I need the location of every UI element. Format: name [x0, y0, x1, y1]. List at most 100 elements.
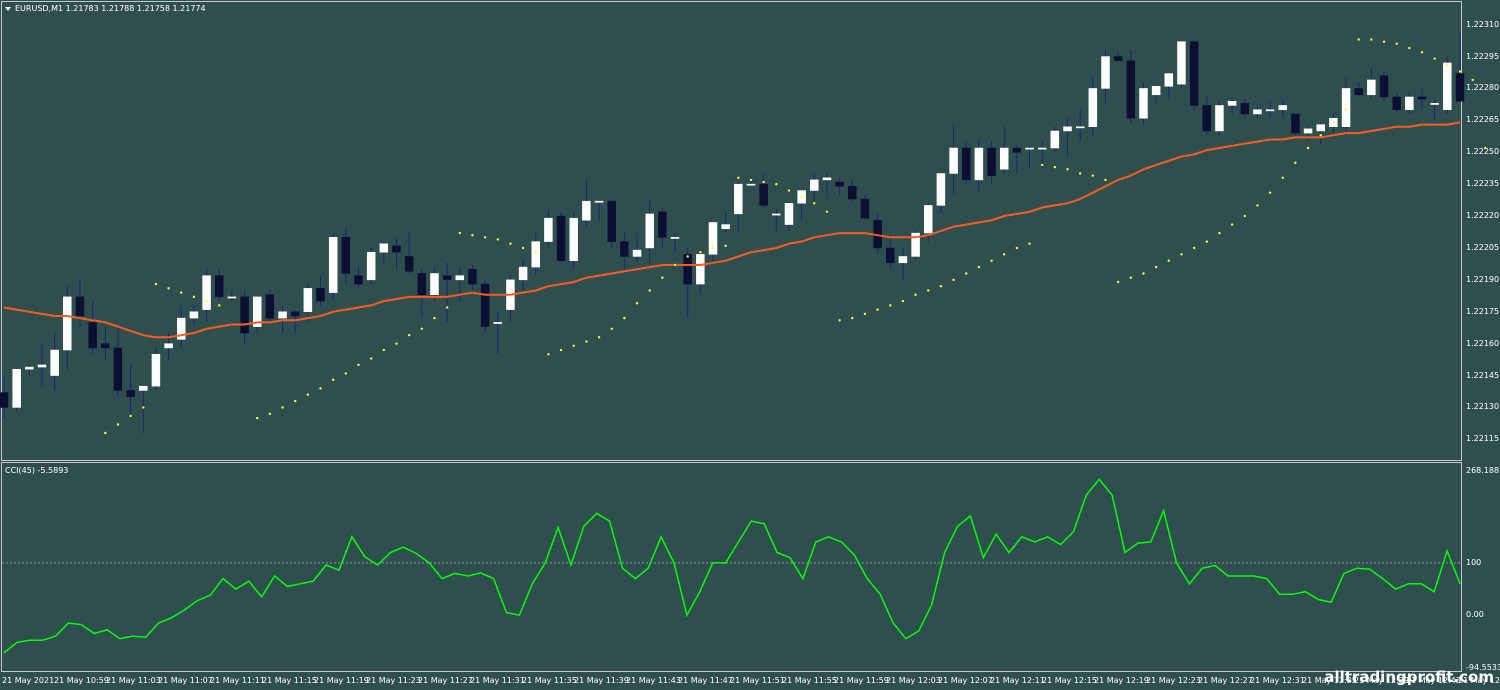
- sar-dot: [762, 180, 765, 184]
- indicator-header: CCI(45) -5.5893: [5, 466, 69, 475]
- sar-dot: [825, 210, 829, 213]
- candle-body: [1278, 105, 1287, 110]
- time-tick-label: 21 May 11:55: [782, 676, 837, 685]
- candle-body: [1151, 86, 1161, 96]
- candle-body: [961, 147, 971, 181]
- candle-body: [1455, 73, 1465, 102]
- sar-dot: [927, 289, 930, 292]
- sar-dot: [1471, 78, 1474, 82]
- sar-dot: [901, 299, 905, 303]
- chart-header: EURUSD,M1 1.21783 1.21788 1.21758 1.2177…: [5, 4, 206, 14]
- candle-body: [1367, 79, 1376, 96]
- time-tick-label: 21 May 12:27: [1198, 676, 1253, 685]
- price-tick-label: 1.22175: [1466, 306, 1500, 316]
- sar-dot: [787, 189, 791, 192]
- candle-body: [949, 147, 958, 174]
- time-tick-label: 21 May 12:15: [1042, 676, 1097, 685]
- candle-body: [25, 366, 34, 370]
- sar-dot: [281, 406, 284, 409]
- candle-body: [607, 200, 616, 242]
- price-tick-label: 1.22220: [1466, 211, 1500, 221]
- price-tick-label: 1.22205: [1466, 242, 1500, 252]
- sar-dot: [1382, 40, 1386, 43]
- candle-body: [670, 237, 680, 239]
- sar-dot: [1344, 108, 1348, 111]
- candle-body: [278, 311, 287, 319]
- sar-dot: [610, 327, 613, 330]
- sar-dot: [990, 259, 993, 262]
- sar-dot: [382, 348, 386, 352]
- time-tick-label: 21 May 11:11: [210, 676, 265, 685]
- candle-body: [1253, 109, 1262, 115]
- price-tick-label: 1.22295: [1466, 51, 1500, 61]
- candle-body: [518, 266, 528, 281]
- candle-body: [455, 275, 465, 281]
- sar-dot: [1408, 46, 1411, 50]
- sar-dot: [192, 295, 196, 299]
- candle-body: [1126, 60, 1136, 119]
- time-tick-label: 21 May 11:59: [834, 676, 889, 685]
- candle-body: [417, 273, 427, 295]
- watermark: alltradingprofit.com: [1324, 668, 1494, 686]
- candle-body: [645, 213, 654, 249]
- candle-body: [303, 288, 313, 313]
- candle-body: [1227, 100, 1237, 106]
- triangle-down-icon[interactable]: [5, 6, 11, 11]
- time-tick-label: 21 May 10:59: [54, 676, 109, 685]
- candle-body: [290, 311, 300, 317]
- sar-dot: [889, 304, 892, 307]
- candle-body: [151, 354, 161, 387]
- candle-body: [240, 296, 249, 334]
- sar-dot: [1104, 178, 1107, 182]
- sar-dot: [116, 423, 120, 426]
- candle-body: [480, 283, 490, 327]
- sar-dot: [167, 287, 170, 290]
- sar-dot: [1420, 51, 1424, 54]
- candle-body: [1139, 88, 1148, 119]
- sar-dot: [1218, 231, 1221, 235]
- candle-body: [1025, 147, 1034, 150]
- candle-body: [1291, 113, 1300, 134]
- candle-body: [746, 183, 756, 186]
- sar-dot: [1294, 161, 1297, 165]
- candle-body: [923, 205, 933, 234]
- time-tick-label: 21 May 2021: [2, 676, 55, 685]
- sar-dot: [623, 316, 626, 320]
- sar-dot: [965, 272, 968, 275]
- sar-dot: [395, 342, 398, 345]
- candle-body: [379, 243, 389, 253]
- candle-body: [1063, 126, 1072, 132]
- candle-body: [822, 177, 832, 181]
- sar-dot: [1306, 146, 1310, 150]
- sar-dot: [1268, 191, 1272, 194]
- sar-dot: [521, 246, 525, 250]
- sar-dot: [952, 278, 955, 282]
- candle-body: [75, 296, 85, 317]
- candle-body: [354, 275, 363, 285]
- candle-body: [468, 268, 477, 285]
- sar-dot: [1332, 121, 1335, 124]
- sar-dot: [319, 387, 322, 390]
- sar-dot: [1129, 276, 1133, 279]
- candle-body: [1164, 73, 1174, 87]
- sar-dot: [534, 251, 537, 254]
- candle-body: [50, 349, 59, 376]
- candle-body: [189, 311, 199, 319]
- time-tick-label: 21 May 12:11: [990, 676, 1045, 685]
- candle-body: [1392, 96, 1401, 110]
- sar-dot: [737, 176, 740, 179]
- candle-body: [493, 322, 503, 324]
- sar-dot: [1433, 57, 1436, 60]
- sar-dot: [1053, 165, 1057, 169]
- sar-dot: [205, 299, 208, 303]
- sar-dot: [1281, 176, 1284, 179]
- candle-body: [316, 288, 325, 302]
- candle-body: [1341, 88, 1351, 127]
- sar-dot: [559, 348, 563, 352]
- time-tick-label: 21 May 11:19: [314, 676, 369, 685]
- candle-body: [987, 147, 996, 176]
- sar-dot: [1395, 42, 1398, 45]
- candle-body: [594, 200, 604, 203]
- sar-dot: [1458, 70, 1462, 73]
- candle-body: [772, 213, 781, 216]
